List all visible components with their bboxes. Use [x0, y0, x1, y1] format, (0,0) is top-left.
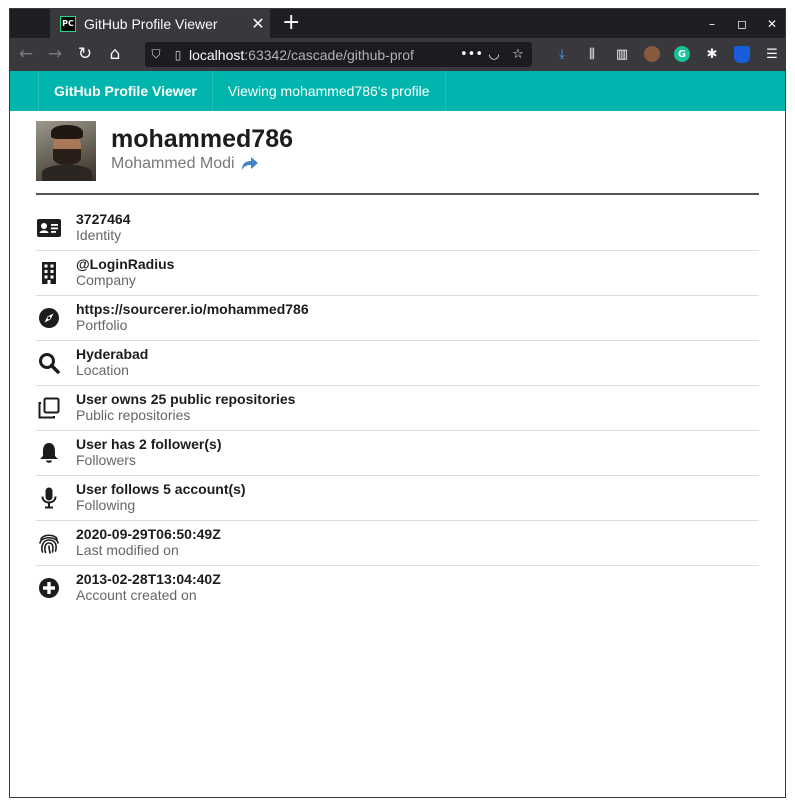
home-icon[interactable]: ⌂	[103, 42, 127, 66]
more-actions-icon[interactable]: •••	[460, 47, 483, 62]
brand-link[interactable]: GitHub Profile Viewer	[38, 71, 213, 111]
detail-value: Hyderabad	[76, 346, 149, 362]
detail-label: Portfolio	[76, 317, 128, 333]
bitwarden-icon[interactable]	[730, 42, 754, 66]
plus-circle-icon	[36, 577, 62, 599]
tab-close-icon[interactable]: ✕	[246, 14, 270, 33]
extension-paw-icon[interactable]: ✱	[700, 42, 724, 66]
url-host: localhost	[189, 46, 245, 63]
detail-value: 3727464	[76, 211, 131, 227]
sidebar-icon[interactable]: ▥	[610, 42, 634, 66]
search-icon	[36, 352, 62, 374]
compass-icon	[36, 307, 62, 329]
pocket-icon[interactable]: ◡	[484, 47, 504, 62]
building-icon	[36, 262, 62, 284]
profile-name-row: Mohammed Modi	[111, 155, 259, 173]
tab-strip: PC GitHub Profile Viewer ✕ + – ◻ ✕	[10, 9, 785, 38]
detail-item-repositories: User owns 25 public repositories Public …	[36, 386, 759, 431]
browser-tab[interactable]: PC GitHub Profile Viewer ✕	[50, 9, 270, 38]
browser-window: PC GitHub Profile Viewer ✕ + – ◻ ✕ ← → ↻…	[9, 8, 786, 798]
detail-label: Company	[76, 272, 136, 288]
profile-header: mohammed786 Mohammed Modi	[36, 121, 759, 195]
tab-title: GitHub Profile Viewer	[84, 15, 218, 32]
detail-label: Last modified on	[76, 542, 179, 558]
menu-icon[interactable]: ☰	[760, 42, 784, 66]
grammarly-icon[interactable]: G	[670, 42, 694, 66]
id-card-icon	[36, 217, 62, 239]
detail-value: User follows 5 account(s)	[76, 481, 246, 497]
detail-item-location: Hyderabad Location	[36, 341, 759, 386]
library-icon[interactable]: ⫼	[580, 42, 604, 66]
detail-value: User has 2 follower(s)	[76, 436, 222, 452]
new-tab-button[interactable]: +	[282, 10, 300, 36]
detail-label: Account created on	[76, 587, 197, 603]
url-path: :63342/cascade/github-prof	[244, 46, 414, 63]
app-header: GitHub Profile Viewer Viewing mohammed78…	[10, 71, 785, 111]
detail-value: @LoginRadius	[76, 256, 175, 272]
detail-item-identity: 3727464 Identity	[36, 206, 759, 251]
detail-item-following: User follows 5 account(s) Following	[36, 476, 759, 521]
account-avatar-icon[interactable]	[640, 42, 664, 66]
navigation-toolbar: ← → ↻ ⌂ ⛉ ▯ localhost:63342/cascade/gith…	[10, 38, 785, 71]
maximize-button[interactable]: ◻	[727, 9, 757, 38]
profile-details-list: 3727464 Identity @LoginRadius Company ht…	[36, 206, 759, 611]
share-icon[interactable]	[241, 156, 259, 172]
detail-value: User owns 25 public repositories	[76, 391, 296, 407]
detail-item-followers: User has 2 follower(s) Followers	[36, 431, 759, 476]
forward-arrow-icon[interactable]: →	[43, 42, 67, 66]
window-controls: – ◻ ✕	[697, 9, 785, 38]
detail-label: Location	[76, 362, 129, 378]
detail-label: Public repositories	[76, 407, 191, 423]
detail-value: 2020-09-29T06:50:49Z	[76, 526, 221, 542]
pycharm-favicon-icon: PC	[60, 15, 76, 32]
bell-icon	[36, 442, 62, 464]
detail-item-company: @LoginRadius Company	[36, 251, 759, 296]
detail-label: Identity	[76, 227, 122, 243]
download-icon[interactable]: ⤓	[550, 42, 574, 66]
profile-full-name: Mohammed Modi	[111, 155, 235, 172]
detail-item-last-modified: 2020-09-29T06:50:49Z Last modified on	[36, 521, 759, 566]
toolbar-extensions: ⤓ ⫼ ▥ G ✱ ☰	[550, 42, 784, 66]
minimize-button[interactable]: –	[697, 9, 727, 38]
back-arrow-icon[interactable]: ←	[14, 42, 38, 66]
page-info-icon[interactable]: ▯	[167, 48, 189, 62]
fingerprint-icon	[36, 532, 62, 554]
detail-value: 2013-02-28T13:04:40Z	[76, 571, 221, 587]
reload-icon[interactable]: ↻	[73, 42, 97, 66]
address-bar[interactable]: ⛉ ▯ localhost:63342/cascade/github-prof …	[145, 42, 532, 67]
detail-label: Following	[76, 497, 136, 513]
url-text[interactable]: localhost:63342/cascade/github-prof	[189, 47, 439, 63]
detail-item-created: 2013-02-28T13:04:40Z Account created on	[36, 566, 759, 611]
address-bar-actions: ••• ◡ ☆	[460, 47, 532, 62]
profile-username: mohammed786	[111, 125, 294, 153]
close-window-button[interactable]: ✕	[757, 9, 785, 38]
detail-label: Followers	[76, 452, 136, 468]
detail-value: https://sourcerer.io/mohammed786	[76, 301, 309, 317]
viewing-profile-label: Viewing mohammed786's profile	[213, 71, 446, 111]
copy-icon	[36, 397, 62, 419]
detail-item-portfolio: https://sourcerer.io/mohammed786 Portfol…	[36, 296, 759, 341]
avatar	[36, 121, 96, 181]
shield-icon[interactable]: ⛉	[145, 47, 167, 62]
microphone-icon	[36, 487, 62, 509]
bookmark-star-icon[interactable]: ☆	[508, 47, 528, 62]
